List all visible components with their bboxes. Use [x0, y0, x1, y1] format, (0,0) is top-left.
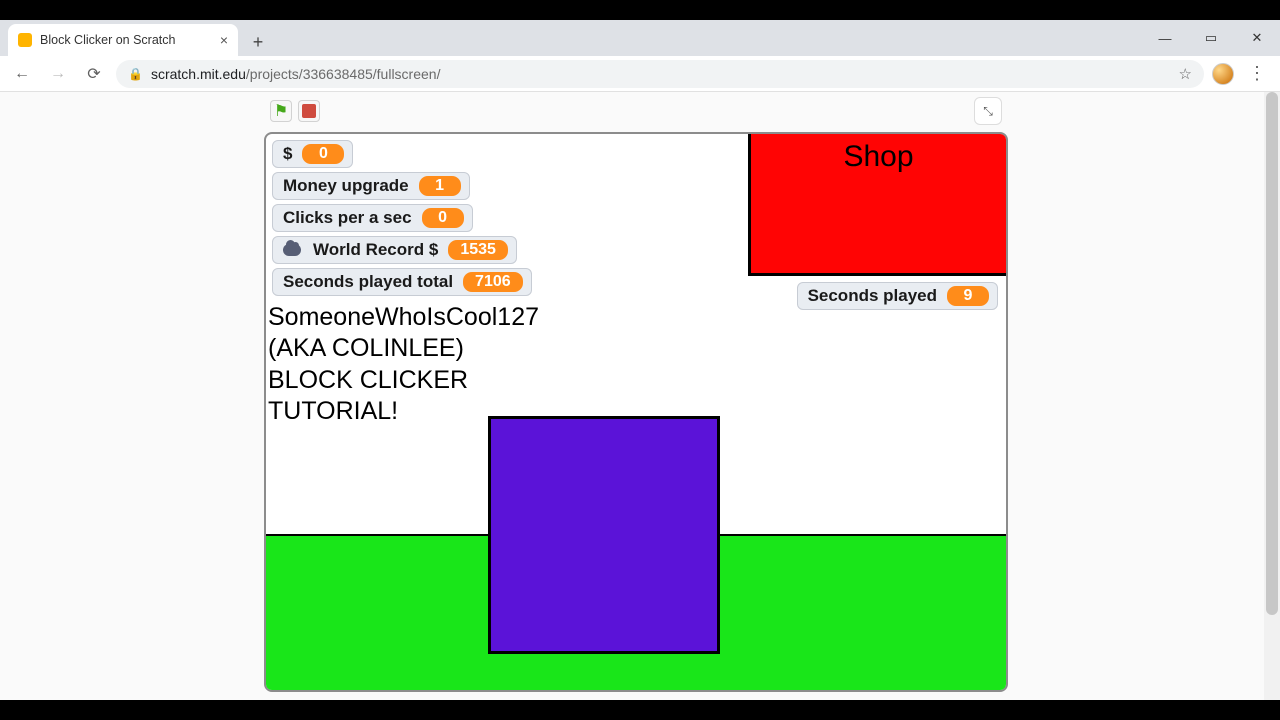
monitor-value: 7106 [463, 272, 523, 292]
monitor-label: Money upgrade [283, 176, 409, 196]
bookmark-star-icon[interactable]: ☆ [1179, 65, 1192, 83]
vertical-scrollbar[interactable] [1264, 92, 1280, 700]
exit-fullscreen-button[interactable]: ⤡ [974, 97, 1002, 125]
monitor-value: 1 [419, 176, 461, 196]
profile-avatar[interactable] [1212, 63, 1234, 85]
credits-text: SomeoneWhoIsCool127 (AKA COLINLEE) BLOCK… [268, 302, 539, 427]
monitor-value: 0 [302, 144, 344, 164]
monitor-value: 1535 [448, 240, 508, 260]
stop-button[interactable] [298, 100, 320, 122]
monitor-money: $ 0 [272, 140, 353, 168]
omnibox[interactable]: 🔒 scratch.mit.edu/projects/336638485/ful… [116, 60, 1204, 88]
shop-label: Shop [843, 140, 913, 174]
monitor-value: 9 [947, 286, 989, 306]
tab-strip: Block Clicker on Scratch × + — ▭ ✕ [0, 20, 1280, 56]
cloud-icon [283, 244, 301, 256]
url-host: scratch.mit.edu [151, 66, 246, 82]
page-viewport: ⚑ ⤡ Shop $ 0 Money upgrade 1 Clicks per … [0, 92, 1280, 700]
monitor-label: Clicks per a sec [283, 208, 412, 228]
monitor-money-upgrade: Money upgrade 1 [272, 172, 470, 200]
window-controls: — ▭ ✕ [1142, 20, 1280, 56]
scratch-player-bar: ⚑ ⤡ [264, 96, 1008, 126]
monitor-label: Seconds played total [283, 272, 453, 292]
close-tab-button[interactable]: × [220, 32, 228, 48]
monitor-label: $ [283, 144, 292, 164]
forward-button[interactable]: → [44, 60, 72, 88]
exit-fullscreen-icon: ⤡ [983, 104, 993, 119]
shop-button[interactable]: Shop [748, 134, 1006, 276]
monitor-seconds-played: Seconds played 9 [797, 282, 998, 310]
back-button[interactable]: ← [8, 60, 36, 88]
window-maximize-button[interactable]: ▭ [1188, 20, 1234, 56]
clicker-block[interactable] [488, 416, 720, 654]
chrome-menu-button[interactable]: ⋮ [1242, 63, 1272, 84]
scrollbar-thumb[interactable] [1266, 92, 1278, 615]
monitor-value: 0 [422, 208, 464, 228]
variable-monitor-column: $ 0 Money upgrade 1 Clicks per a sec 0 W… [272, 140, 532, 296]
monitor-world-record: World Record $ 1535 [272, 236, 517, 264]
green-flag-button[interactable]: ⚑ [270, 100, 292, 122]
window-minimize-button[interactable]: — [1142, 20, 1188, 56]
reload-button[interactable]: ⟳ [80, 60, 108, 88]
window-close-button[interactable]: ✕ [1234, 20, 1280, 56]
address-bar: ← → ⟳ 🔒 scratch.mit.edu/projects/3366384… [0, 56, 1280, 92]
tab-title: Block Clicker on Scratch [40, 33, 175, 47]
url-path: /projects/336638485/fullscreen/ [246, 66, 441, 82]
scratch-favicon [18, 33, 32, 47]
monitor-clicks-per-sec: Clicks per a sec 0 [272, 204, 473, 232]
new-tab-button[interactable]: + [244, 28, 272, 56]
monitor-seconds-total: Seconds played total 7106 [272, 268, 532, 296]
scratch-stage: Shop $ 0 Money upgrade 1 Clicks per a se… [264, 132, 1008, 692]
lock-icon: 🔒 [128, 67, 143, 81]
monitor-label: World Record $ [313, 240, 438, 260]
browser-chrome: Block Clicker on Scratch × + — ▭ ✕ ← → ⟳… [0, 20, 1280, 92]
monitor-label: Seconds played [808, 286, 937, 306]
green-flag-icon: ⚑ [274, 101, 288, 121]
stop-icon [302, 104, 316, 118]
browser-tab[interactable]: Block Clicker on Scratch × [8, 24, 238, 56]
